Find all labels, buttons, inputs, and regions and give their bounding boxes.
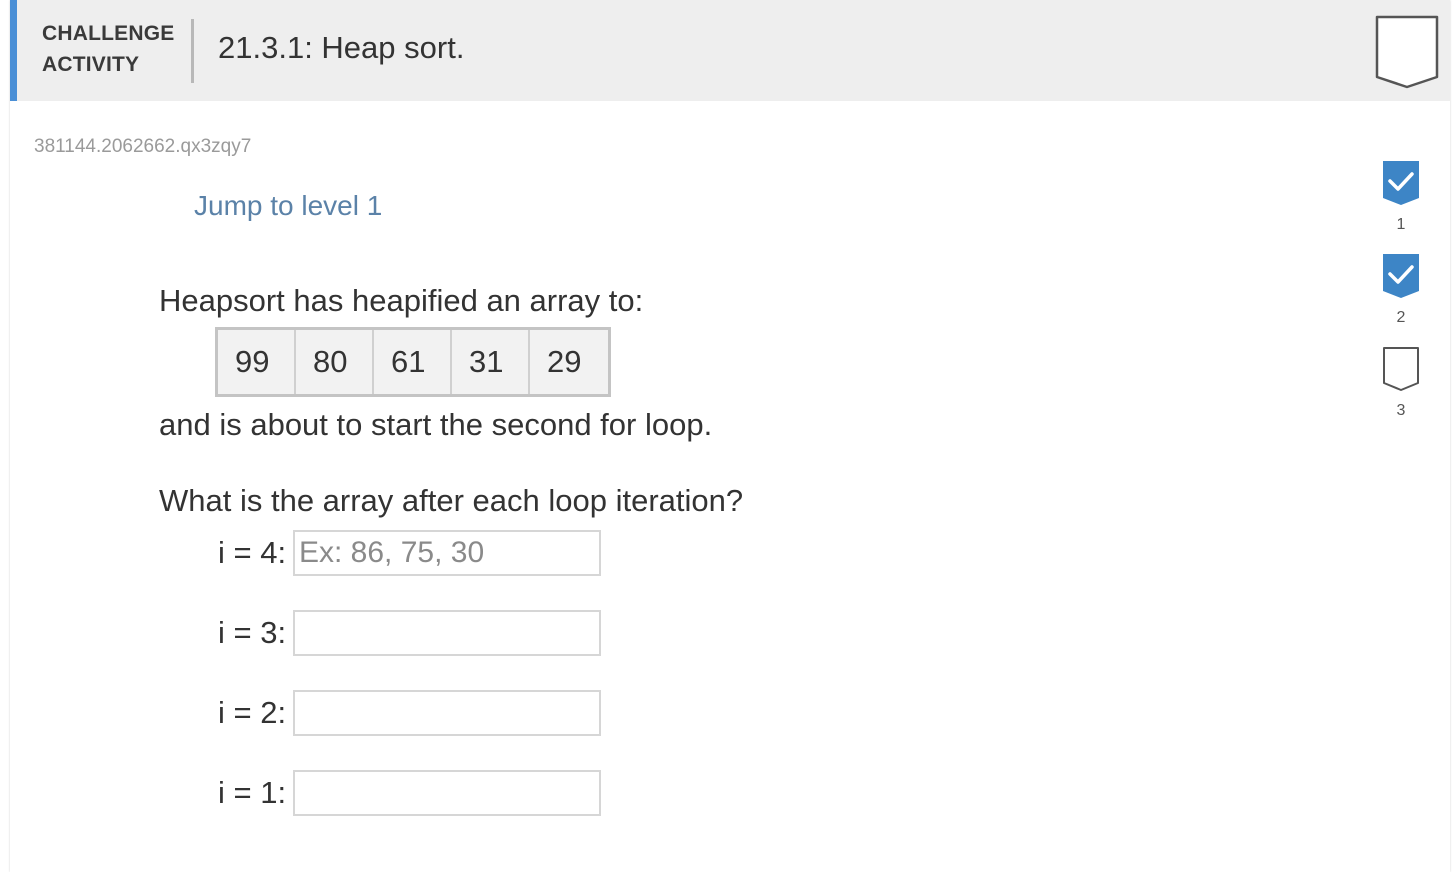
array-cell: 80 (296, 330, 374, 394)
heap-array: 99 80 61 31 29 (215, 327, 611, 397)
answer-input-i1[interactable] (293, 770, 601, 816)
array-cell: 31 (452, 330, 530, 394)
answer-input-i2[interactable] (293, 690, 601, 736)
level-complete-check-icon (1383, 254, 1419, 298)
prompt-heapified: Heapsort has heapified an array to: (159, 283, 644, 318)
level-incomplete-icon (1383, 347, 1419, 391)
array-cell: 61 (374, 330, 452, 394)
answer-row-i2: i = 2: (218, 690, 601, 736)
level-button-2[interactable]: 2 (1379, 253, 1423, 327)
activity-id: 381144.2062662.qx3zqy7 (34, 136, 252, 157)
level-number: 2 (1396, 309, 1406, 326)
array-cell: 99 (218, 330, 296, 394)
array-cell: 29 (547, 344, 582, 379)
activity-type-line2: ACTIVITY (42, 53, 140, 76)
answer-label-i2: i = 2: (218, 695, 287, 730)
level-complete-check-icon (1383, 161, 1419, 205)
jump-to-level-link[interactable]: Jump to level 1 (194, 190, 382, 222)
level-number: 3 (1396, 402, 1406, 419)
shield-outline-icon (1375, 15, 1439, 89)
level-number: 1 (1396, 216, 1406, 233)
answer-label-i3: i = 3: (218, 615, 287, 650)
level-button-1[interactable]: 1 (1379, 160, 1423, 234)
activity-header: CHALLENGE ACTIVITY 21.3.1: Heap sort. (10, 0, 1450, 101)
prompt-question: What is the array after each loop iterat… (159, 483, 744, 518)
answer-row-i1: i = 1: (218, 770, 601, 816)
challenge-activity-card: CHALLENGE ACTIVITY 21.3.1: Heap sort. 38… (10, 0, 1450, 872)
page: CHALLENGE ACTIVITY 21.3.1: Heap sort. 38… (0, 0, 1454, 872)
answer-input-i4[interactable] (293, 530, 601, 576)
answer-row-i4: i = 4: (218, 530, 601, 576)
activity-type-label: CHALLENGE ACTIVITY (42, 18, 174, 80)
level-button-3[interactable]: 3 (1379, 346, 1423, 420)
answer-label-i1: i = 1: (218, 775, 287, 810)
header-divider (191, 19, 194, 83)
activity-type-line1: CHALLENGE (42, 22, 175, 45)
answer-input-i3[interactable] (293, 610, 601, 656)
answer-label-i4: i = 4: (218, 535, 287, 570)
activity-title: 21.3.1: Heap sort. (218, 30, 465, 65)
answer-row-i3: i = 3: (218, 610, 601, 656)
prompt-second-loop: and is about to start the second for loo… (159, 407, 713, 442)
